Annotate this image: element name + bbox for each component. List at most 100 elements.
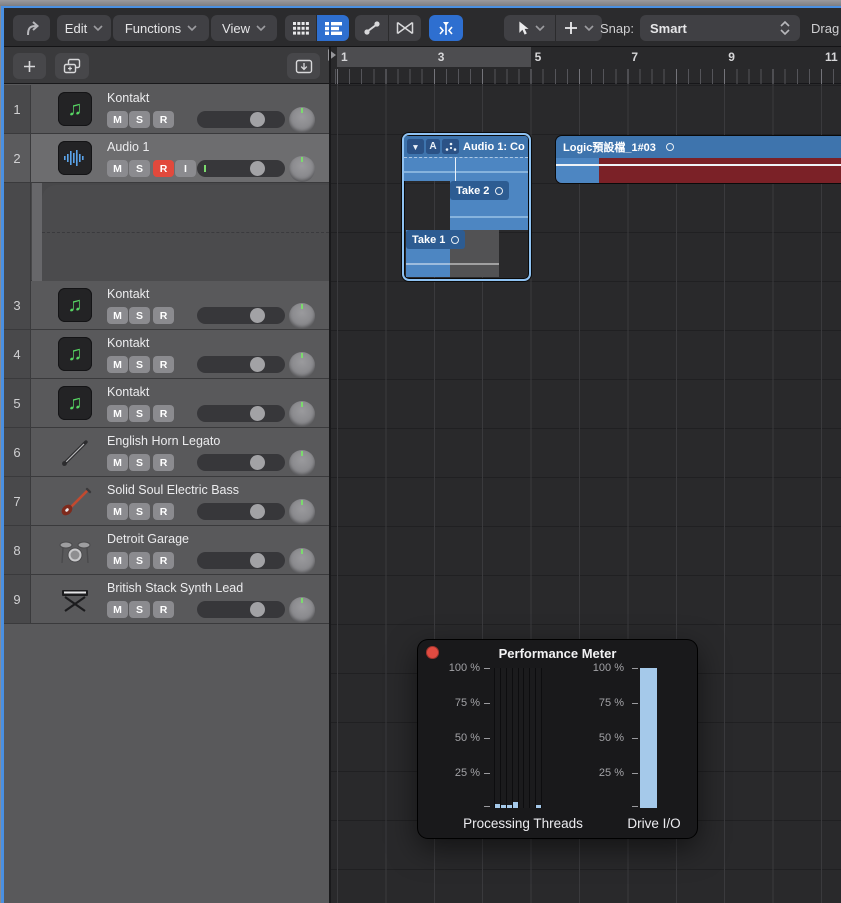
audio-region-body[interactable] (556, 158, 841, 183)
list-view-button[interactable] (317, 15, 349, 41)
take-folder-header[interactable]: ▼ A Audio 1: Co (404, 136, 528, 157)
performance-meter-window[interactable]: Performance Meter 100 % 75 % 50 % 25 % 1… (418, 640, 697, 838)
track-header-5[interactable]: 5 ♫ Kontakt M S R (4, 379, 329, 428)
comp-section-divider[interactable] (455, 158, 456, 182)
volume-slider-thumb[interactable] (250, 455, 265, 470)
plus-tool-button[interactable] (556, 15, 602, 41)
track-header-6[interactable]: 6 English Horn Legato M S R (4, 428, 329, 477)
volume-slider-thumb[interactable] (250, 504, 265, 519)
take-folder-region[interactable]: ▼ A Audio 1: Co Take 2 (402, 133, 531, 281)
solo-button[interactable]: S (129, 454, 150, 471)
take-autoselect-button[interactable]: A (426, 139, 440, 154)
volume-slider[interactable] (197, 601, 285, 618)
volume-slider-thumb[interactable] (250, 112, 265, 127)
volume-slider-thumb[interactable] (250, 602, 265, 617)
track-header-3[interactable]: 3 ♫ Kontakt M S R (4, 281, 329, 330)
solo-button[interactable]: S (129, 160, 150, 177)
solo-button[interactable]: S (129, 552, 150, 569)
comp-dots-icon[interactable] (442, 139, 459, 154)
mute-button[interactable]: M (107, 405, 128, 422)
track-header-config-button[interactable] (287, 53, 320, 79)
take-1-label-chip[interactable]: Take 1 (406, 230, 465, 249)
mute-button[interactable]: M (107, 601, 128, 618)
volume-slider-thumb[interactable] (250, 308, 265, 323)
bar-ruler[interactable]: 1 3 5 7 9 11 (331, 47, 841, 84)
pan-knob[interactable] (289, 156, 315, 182)
comp-region-body[interactable] (404, 157, 528, 181)
pan-knob[interactable] (289, 303, 315, 329)
track-header-9[interactable]: 9 British Stack Synth Lead M S R (4, 575, 329, 624)
solo-button[interactable]: S (129, 111, 150, 128)
disclosure-triangle-icon[interactable]: ▼ (407, 139, 424, 154)
take-1-region[interactable]: Take 1 (406, 230, 499, 277)
volume-slider-thumb[interactable] (250, 161, 265, 176)
pointer-tool-button[interactable] (504, 15, 555, 41)
mute-button[interactable]: M (107, 111, 128, 128)
record-enable-button[interactable]: R (153, 405, 174, 422)
take-circle-icon[interactable] (666, 143, 674, 151)
arrange-area[interactable]: ▼ A Audio 1: Co Take 2 (331, 84, 841, 903)
record-enable-button[interactable]: R (153, 601, 174, 618)
view-menu-button[interactable]: View (211, 15, 277, 41)
automation-node-button[interactable] (355, 15, 388, 41)
pan-knob[interactable] (289, 352, 315, 378)
snap-select[interactable]: Smart (640, 15, 800, 41)
volume-slider[interactable] (197, 552, 285, 569)
take-2-region[interactable]: Take 2 (450, 181, 528, 230)
volume-slider[interactable] (197, 111, 285, 128)
volume-slider-thumb[interactable] (250, 406, 265, 421)
solo-button[interactable]: S (129, 356, 150, 373)
crossfade-button[interactable] (389, 15, 421, 41)
volume-slider[interactable] (197, 503, 285, 520)
mute-button[interactable]: M (107, 503, 128, 520)
audio-region-header[interactable]: Logic預設檔_1#03 (556, 136, 841, 158)
duplicate-track-button[interactable] (55, 53, 89, 79)
record-enable-button[interactable]: R (153, 160, 174, 177)
mute-button[interactable]: M (107, 552, 128, 569)
volume-slider[interactable] (197, 356, 285, 373)
functions-menu-button[interactable]: Functions (113, 15, 209, 41)
pan-knob[interactable] (289, 450, 315, 476)
mute-button[interactable]: M (107, 356, 128, 373)
volume-slider[interactable] (197, 405, 285, 422)
pan-knob[interactable] (289, 597, 315, 623)
pan-knob[interactable] (289, 548, 315, 574)
take-circle-icon[interactable] (451, 236, 459, 244)
grid-view-button[interactable] (285, 15, 316, 41)
record-enable-button[interactable]: R (153, 111, 174, 128)
solo-button[interactable]: S (129, 405, 150, 422)
pan-knob[interactable] (289, 499, 315, 525)
mute-button[interactable]: M (107, 160, 128, 177)
track-header-4[interactable]: 4 ♫ Kontakt M S R (4, 330, 329, 379)
record-enable-button[interactable]: R (153, 454, 174, 471)
volume-slider[interactable] (197, 160, 285, 177)
mute-button[interactable]: M (107, 307, 128, 324)
solo-button[interactable]: S (129, 307, 150, 324)
input-monitor-button[interactable]: I (175, 160, 196, 177)
record-enable-button[interactable]: R (153, 503, 174, 520)
solo-button[interactable]: S (129, 601, 150, 618)
nudge-up-button[interactable] (13, 15, 50, 41)
catch-playhead-button[interactable] (429, 15, 463, 41)
edit-menu-button[interactable]: Edit (57, 15, 111, 41)
volume-slider[interactable] (197, 307, 285, 324)
record-enable-button[interactable]: R (153, 307, 174, 324)
record-enable-button[interactable]: R (153, 552, 174, 569)
audio-region[interactable]: Logic預設檔_1#03 (556, 136, 841, 183)
track-header-7[interactable]: 7 Solid Soul Electric Bass M S R (4, 477, 329, 526)
pan-knob[interactable] (289, 401, 315, 427)
take-circle-icon[interactable] (495, 187, 503, 195)
track-header-8[interactable]: 8 Detroit Garage M S R (4, 526, 329, 575)
volume-slider-thumb[interactable] (250, 553, 265, 568)
take-lanes-header-area[interactable] (4, 183, 329, 281)
volume-slider[interactable] (197, 454, 285, 471)
track-header-2[interactable]: 2 Audio 1 M S R I (4, 134, 329, 183)
add-track-button[interactable] (13, 53, 46, 79)
pan-knob[interactable] (289, 107, 315, 133)
solo-button[interactable]: S (129, 503, 150, 520)
record-enable-button[interactable]: R (153, 356, 174, 373)
mute-button[interactable]: M (107, 454, 128, 471)
track-header-1[interactable]: 1 ♫ Kontakt M S R (4, 85, 329, 134)
volume-slider-thumb[interactable] (250, 357, 265, 372)
take-2-label-chip[interactable]: Take 2 (450, 181, 509, 200)
